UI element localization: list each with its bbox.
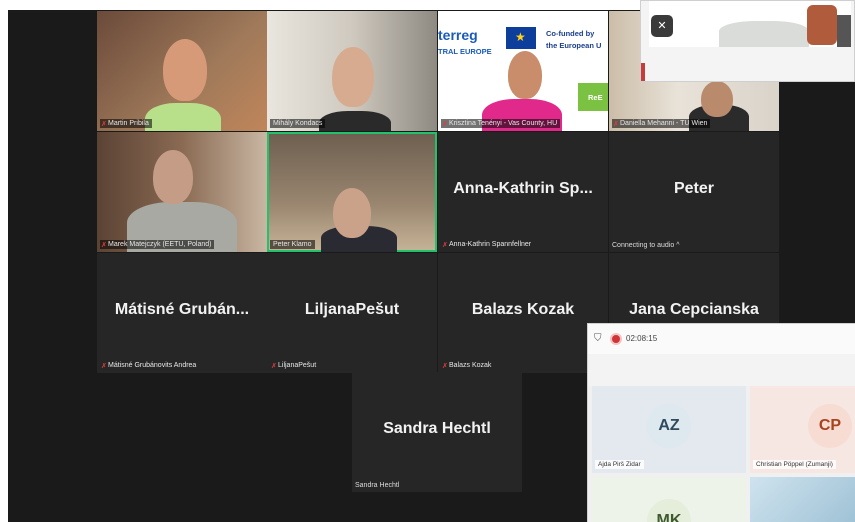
poster-text-ree: ReE xyxy=(588,93,603,102)
name-tile-peter[interactable]: Peter Connecting to audio ^ xyxy=(609,132,779,252)
participant-label: Peter Klamo xyxy=(270,240,315,249)
teams-video-tile[interactable] xyxy=(750,477,855,522)
participant-face xyxy=(701,81,733,117)
name-tile-anna-kathrin[interactable]: Anna-Kathrin Sp... ✗ Anna-Kathrin Spannfe… xyxy=(438,132,608,252)
participant-label: ✗ Anna-Kathrin Spannfellner xyxy=(442,241,532,249)
participant-label: Mihály Kondacs xyxy=(270,119,326,128)
self-view-figure-2 xyxy=(837,15,851,47)
name-tile-balazs[interactable]: Balazs Kozak ✗ Balazs Kozak xyxy=(438,253,608,373)
mic-muted-icon: ✗ xyxy=(271,363,277,370)
participant-label: Sandra Hechtl xyxy=(355,482,400,489)
screenshot-stage: ✗ Martin Pribila Mihály Kondacs terreg TR… xyxy=(0,0,855,522)
participant-label: Christian Pöppel (Zumanji) xyxy=(753,460,836,469)
participant-face xyxy=(332,47,374,107)
participant-display-name: Peter xyxy=(673,180,715,197)
meeting-timer: 02:08:15 xyxy=(626,334,658,343)
participant-label: ✗ Krisztina Tenényi - Vas County, HU xyxy=(441,119,561,128)
participant-label: ✗ Marek Matejczyk (EETU, Poland) xyxy=(100,240,215,249)
poster-text-eu: the European U xyxy=(546,41,602,50)
mic-muted-icon: ✗ xyxy=(442,121,448,128)
mic-muted-icon[interactable]: ✕ xyxy=(651,15,673,37)
participant-face xyxy=(163,39,207,101)
participant-label: Ajda Pirš Zidar xyxy=(595,460,644,469)
mic-muted-icon: ✗ xyxy=(101,242,107,249)
participant-label: ✗ LiljanaPešut xyxy=(271,362,317,370)
participant-label: ✗ Balazs Kozak xyxy=(442,362,492,370)
participant-label: ✗ Martin Pribila xyxy=(100,119,152,128)
video-tile-marek[interactable]: ✗ Marek Matejczyk (EETU, Poland) xyxy=(97,132,267,252)
avatar: CP xyxy=(808,404,852,448)
connecting-audio-status: Connecting to audio ^ xyxy=(612,242,680,249)
participant-display-name: Sandra Hechtl xyxy=(383,420,491,437)
mic-muted-icon: ✗ xyxy=(613,121,619,128)
teams-top-bar: ⛉ 02:08:15 xyxy=(588,324,855,354)
name-tile-sandra[interactable]: Sandra Hechtl Sandra Hechtl xyxy=(352,372,522,492)
record-icon xyxy=(612,335,620,343)
name-tile-liljana[interactable]: LiljanaPešut ✗ LiljanaPešut xyxy=(267,253,437,373)
self-view-object xyxy=(807,5,837,45)
poster-text-cofunded: Co-funded by xyxy=(546,29,595,38)
self-view-figure xyxy=(719,21,809,47)
participant-figure xyxy=(319,111,391,131)
video-tile-peter-klamo-active-speaker[interactable]: Peter Klamo xyxy=(267,132,437,252)
teams-participant-tile[interactable]: CP Christian Pöppel (Zumanji) xyxy=(750,386,855,473)
mic-muted-icon: ✗ xyxy=(442,363,448,370)
participant-face xyxy=(153,150,193,204)
teams-meeting-window[interactable]: ⛉ 02:08:15 AZ Ajda Pirš Zidar CP Christi… xyxy=(587,323,855,522)
poster-text-central-europe: TRAL EUROPE xyxy=(438,47,492,56)
teams-participant-tile[interactable]: AZ Ajda Pirš Zidar xyxy=(592,386,746,473)
video-tile-krisztina[interactable]: terreg TRAL EUROPE Co-funded by the Euro… xyxy=(438,11,608,131)
avatar: AZ xyxy=(647,404,691,448)
participant-display-name: Anna-Kathrin Sp... xyxy=(453,180,593,197)
name-tile-matisne[interactable]: Mátisné Grubán... ✗ Mátisné Grubánovits A… xyxy=(97,253,267,373)
mic-muted-icon: ✗ xyxy=(101,121,107,128)
participant-display-name: Jana Cepcianska xyxy=(629,301,759,318)
participant-label: ✗ Daniella Mehanni - TU Wien xyxy=(612,119,711,128)
mini-self-view-window[interactable]: ✕ xyxy=(640,0,855,82)
participant-face xyxy=(508,51,542,99)
teams-participant-tile[interactable]: MK xyxy=(592,477,746,522)
video-tile-mihaly[interactable]: Mihály Kondacs xyxy=(267,11,437,131)
teams-toolbar-area xyxy=(588,354,855,386)
participant-face xyxy=(333,188,371,238)
poster-text-interreg: terreg xyxy=(438,27,478,43)
eu-flag-icon xyxy=(506,27,536,49)
self-view-camera xyxy=(649,1,851,47)
participant-display-name: Mátisné Grubán... xyxy=(114,301,250,318)
mic-muted-icon: ✗ xyxy=(442,242,448,249)
video-tile-martin[interactable]: ✗ Martin Pribila xyxy=(97,11,267,131)
mini-window-border xyxy=(641,63,645,81)
mic-muted-icon: ✗ xyxy=(101,363,107,370)
avatar: MK xyxy=(647,499,691,522)
participant-figure xyxy=(145,103,221,131)
shield-icon: ⛉ xyxy=(594,333,602,344)
participant-label: ✗ Mátisné Grubánovits Andrea xyxy=(101,362,197,370)
participant-display-name: Balazs Kozak xyxy=(471,301,575,318)
participant-display-name: LiljanaPešut xyxy=(304,301,400,318)
